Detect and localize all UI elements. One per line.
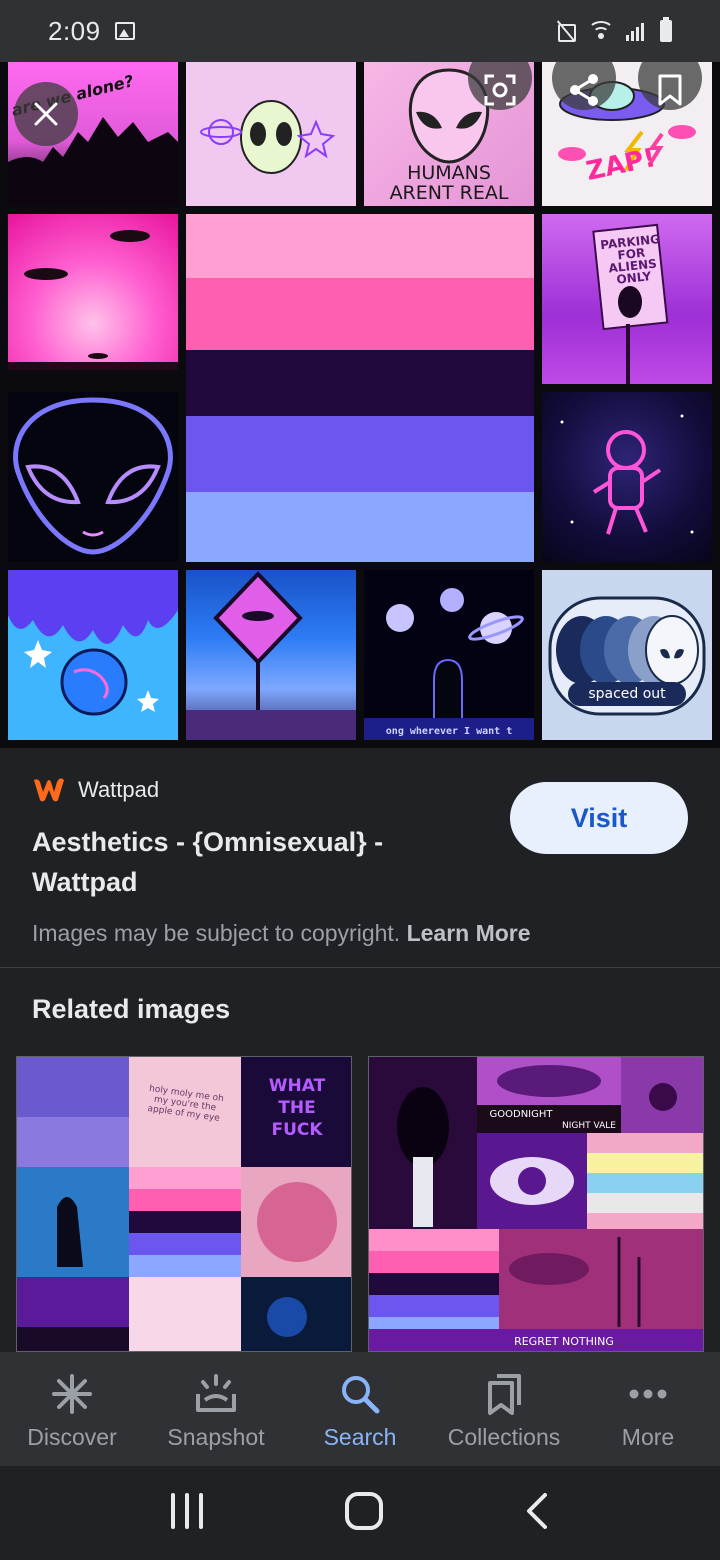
nav-snapshot-label: Snapshot	[167, 1424, 265, 1450]
tile-text-spaced-out: spaced out	[588, 686, 666, 702]
tile-neon-alien	[8, 392, 178, 562]
tile-ufo-road-sign	[186, 570, 356, 740]
battery-icon	[660, 17, 672, 42]
nav-collections[interactable]: Collections	[432, 1352, 576, 1466]
related-image-1[interactable]: holy moly me oh my you're the apple of m…	[16, 1056, 352, 1352]
pink-sky-ufos-image	[8, 230, 178, 370]
related-images-title: Related images	[32, 994, 231, 1024]
wifi-icon	[588, 21, 614, 41]
nav-snapshot[interactable]: Snapshot	[144, 1352, 288, 1466]
visit-button[interactable]: Visit	[510, 782, 688, 854]
tile-text-humans: HUMANS	[407, 162, 491, 184]
tile-spaced-out: spaced out	[542, 570, 712, 740]
cartoon-alien-image	[200, 100, 336, 174]
bottom-navigation: Discover Snapshot Search Collections Mor…	[0, 1352, 720, 1466]
nav-discover[interactable]: Discover	[0, 1352, 144, 1466]
tile-text-wherever: ong wherever I want t	[385, 726, 513, 737]
flag-stripe-2	[186, 278, 534, 350]
related-image-2[interactable]: GOODNIGHT NIGHT VALE REGRET NOTHING	[368, 1056, 704, 1352]
blue-planet-image	[8, 570, 178, 716]
related-collage-2	[369, 1057, 703, 1351]
tile-parking-aliens: PARKING FOR ALIENS ONLY	[542, 214, 712, 384]
close-button[interactable]	[14, 82, 78, 146]
neon-alien-image	[13, 397, 173, 555]
status-time: 2:09	[48, 15, 101, 46]
flag-stripe-5	[186, 492, 534, 562]
section-divider	[0, 967, 720, 968]
system-navigation-bar	[0, 1466, 720, 1560]
spaced-out-image	[548, 596, 706, 716]
astronaut-image	[560, 414, 694, 535]
related-1-neon-text: WHAT THE FUCK	[268, 1076, 326, 1140]
source-name: Wattpad	[78, 777, 160, 802]
home-button[interactable]	[344, 1491, 384, 1536]
home-icon	[344, 1491, 383, 1530]
tile-text-arent-real: ARENT REAL	[389, 182, 509, 204]
tile-text-parking: PARKING FOR ALIENS ONLY	[599, 232, 661, 287]
asterisk-icon	[50, 1372, 94, 1416]
signal-icon	[626, 21, 648, 41]
tile-alien-thumbs	[186, 62, 356, 206]
omnisexual-flag	[186, 214, 534, 562]
lens-icon	[484, 74, 516, 106]
share-icon	[570, 74, 598, 106]
wattpad-logo-icon	[34, 778, 64, 802]
nav-search[interactable]: Search	[288, 1352, 432, 1466]
copyright-notice: Images may be subject to copyright. Lear…	[32, 920, 531, 947]
nav-search-label: Search	[323, 1424, 397, 1450]
gallery-icon	[114, 22, 135, 40]
mute-icon	[556, 20, 576, 42]
tile-neon-astronaut	[542, 392, 712, 562]
source-row[interactable]: Wattpad	[32, 776, 159, 804]
collections-icon	[482, 1372, 526, 1416]
related-2-regret-text: REGRET NOTHING	[514, 1335, 614, 1348]
nav-discover-label: Discover	[27, 1424, 117, 1450]
bookmark-icon	[658, 74, 682, 106]
more-icon	[626, 1372, 670, 1416]
result-title[interactable]: Aesthetics - {Omnisexual} - Wattpad	[32, 822, 452, 902]
planets-silhouette-image	[364, 588, 534, 740]
road-sign-image	[186, 571, 356, 740]
tile-blue-planet	[8, 570, 178, 740]
related-2-night-vale-text: NIGHT VALE	[562, 1121, 616, 1131]
nav-more[interactable]: More	[576, 1352, 720, 1466]
nav-collections-label: Collections	[447, 1424, 561, 1450]
flag-stripe-3	[186, 350, 534, 416]
flag-stripe-1	[186, 214, 534, 278]
tile-planets-silhouette: ong wherever I want t	[364, 570, 534, 740]
status-icons	[556, 17, 672, 42]
related-2-goodnight-text: GOODNIGHT	[489, 1109, 553, 1120]
copyright-text: Images may be subject to copyright.	[32, 920, 401, 946]
result-info-panel: Wattpad Aesthetics - {Omnisexual} - Watt…	[0, 748, 720, 968]
status-bar: 2:09	[0, 0, 720, 62]
snapshot-icon	[194, 1372, 238, 1416]
close-icon	[34, 102, 58, 126]
recent-apps-button[interactable]	[169, 1492, 205, 1534]
nav-more-label: More	[621, 1424, 675, 1450]
recent-apps-icon	[171, 1492, 204, 1529]
back-button[interactable]	[523, 1491, 551, 1536]
image-viewer[interactable]: are we alone? HUMANS ARENT REAL ZAP	[0, 62, 720, 748]
tile-pink-ufos	[8, 214, 178, 370]
flag-stripe-4	[186, 416, 534, 492]
search-icon	[338, 1372, 382, 1416]
back-icon	[526, 1492, 547, 1529]
learn-more-link[interactable]: Learn More	[407, 920, 531, 946]
